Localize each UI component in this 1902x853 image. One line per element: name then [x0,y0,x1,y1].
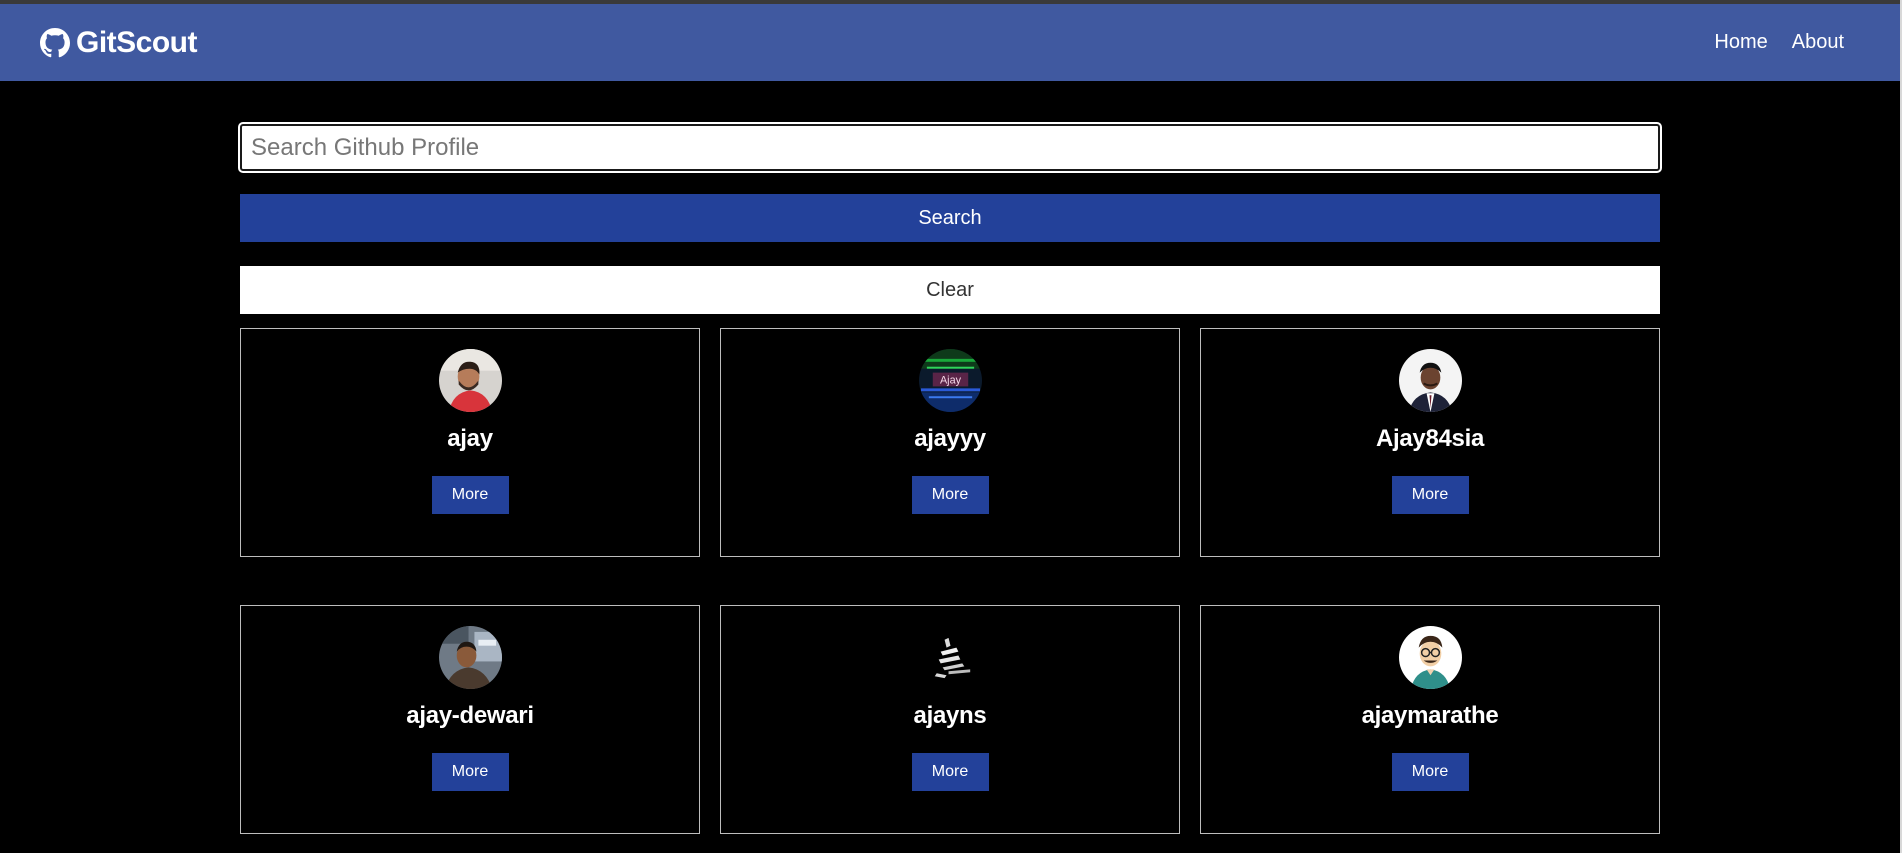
main-content: Search Clear ajay More [238,122,1662,834]
more-button[interactable]: More [911,753,989,791]
user-card: ajayns More [720,605,1180,834]
more-button[interactable]: More [431,476,509,514]
user-results-grid: ajay More Ajay ajayyy More Ajay84sia Mor… [240,328,1660,834]
user-card: ajay-dewari More [240,605,700,834]
more-button[interactable]: More [1391,753,1469,791]
avatar [918,626,982,689]
nav-home-link[interactable]: Home [1714,31,1767,54]
brand-name: GitScout [76,25,198,59]
search-button[interactable]: Search [240,194,1660,242]
brand-logo[interactable]: GitScout [40,25,198,60]
navbar: GitScout Home About [0,4,1900,81]
more-button[interactable]: More [431,753,509,791]
more-button[interactable]: More [1391,476,1469,514]
search-input[interactable] [238,122,1662,173]
username: ajaymarathe [1361,702,1499,729]
avatar [438,349,502,412]
user-card: Ajay ajayyy More [720,328,1180,557]
username: ajayyy [914,425,986,452]
avatar [438,626,502,689]
username: ajay-dewari [406,702,534,729]
more-button[interactable]: More [911,476,989,514]
svg-text:Ajay: Ajay [939,374,961,386]
github-icon [40,27,70,58]
user-card: ajaymarathe More [1200,605,1660,834]
avatar: Ajay [918,349,982,412]
username: Ajay84sia [1375,425,1485,452]
username: ajay [447,425,493,452]
avatar [1398,626,1462,689]
nav-about-link[interactable]: About [1792,31,1844,54]
nav-links: Home About [1714,31,1844,54]
clear-button[interactable]: Clear [240,266,1660,314]
user-card: ajay More [240,328,700,557]
user-card: Ajay84sia More [1200,328,1660,557]
username: ajayns [913,702,987,729]
avatar [1398,349,1462,412]
